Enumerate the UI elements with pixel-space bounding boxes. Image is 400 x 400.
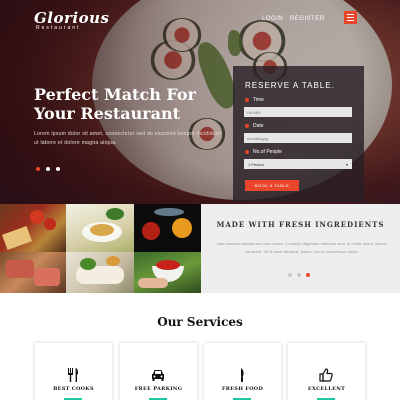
slider-dot[interactable] — [288, 273, 292, 277]
date-input[interactable] — [244, 133, 352, 143]
service-label: BEST COOKS — [53, 386, 94, 392]
gallery-rolls-image[interactable] — [66, 252, 134, 293]
time-input[interactable] — [244, 107, 352, 117]
fresh-title: MADE WITH FRESH INGREDIENTS — [216, 220, 385, 229]
service-label: FRESH FOOD — [221, 386, 264, 392]
thumbs-up-icon — [319, 368, 333, 382]
people-select[interactable]: 1 Person ▾ — [244, 159, 352, 169]
knife-icon — [241, 368, 244, 382]
gallery-berries-image[interactable] — [134, 252, 201, 293]
time-label: Time — [245, 97, 264, 103]
nav-register-link[interactable]: REGISTER — [290, 16, 325, 22]
date-label: Date — [245, 123, 264, 129]
hero-title: Perfect Match For Your Restaurant — [34, 85, 196, 123]
service-card-best-cooks[interactable]: BEST COOKS — [35, 343, 112, 400]
hamburger-icon — [347, 14, 354, 15]
car-icon — [152, 370, 164, 381]
hero-slider-dots — [36, 167, 60, 171]
chevron-down-icon: ▾ — [345, 161, 348, 167]
calendar-icon — [245, 124, 249, 128]
people-label: No.of People — [245, 149, 282, 155]
services-title: Our Services — [157, 315, 243, 329]
book-table-button[interactable]: BOOK A TABLE — [245, 180, 299, 191]
hero-text: Lorem ipsum dolor sit amet, consectetur … — [34, 131, 221, 146]
service-card-excellent[interactable]: EXCELLENT — [288, 343, 365, 400]
brand-tagline: Restaurant — [36, 25, 81, 31]
slider-dot[interactable] — [297, 273, 301, 277]
fresh-text: Nam tempus lobortis sem non ornare. Cura… — [217, 241, 387, 254]
slider-dot[interactable] — [46, 167, 50, 171]
slider-dot[interactable] — [56, 167, 60, 171]
fresh-slider-dots — [288, 273, 310, 277]
reservation-title: RESERVE A TABLE. — [245, 81, 335, 90]
slider-dot[interactable] — [36, 167, 40, 171]
service-card-fresh-food[interactable]: FRESH FOOD — [204, 343, 281, 400]
service-label: FREE PARKING — [134, 386, 183, 392]
heart-icon — [245, 150, 249, 154]
nav-login-link[interactable]: LOGIN — [262, 16, 283, 22]
slider-dot[interactable] — [306, 273, 310, 277]
cutlery-icon — [68, 368, 79, 382]
gallery-meat-image[interactable] — [0, 252, 66, 293]
service-label: EXCELLENT — [307, 386, 346, 392]
service-card-free-parking[interactable]: FREE PARKING — [120, 343, 197, 400]
clock-icon — [245, 98, 249, 102]
menu-button[interactable] — [344, 11, 357, 24]
